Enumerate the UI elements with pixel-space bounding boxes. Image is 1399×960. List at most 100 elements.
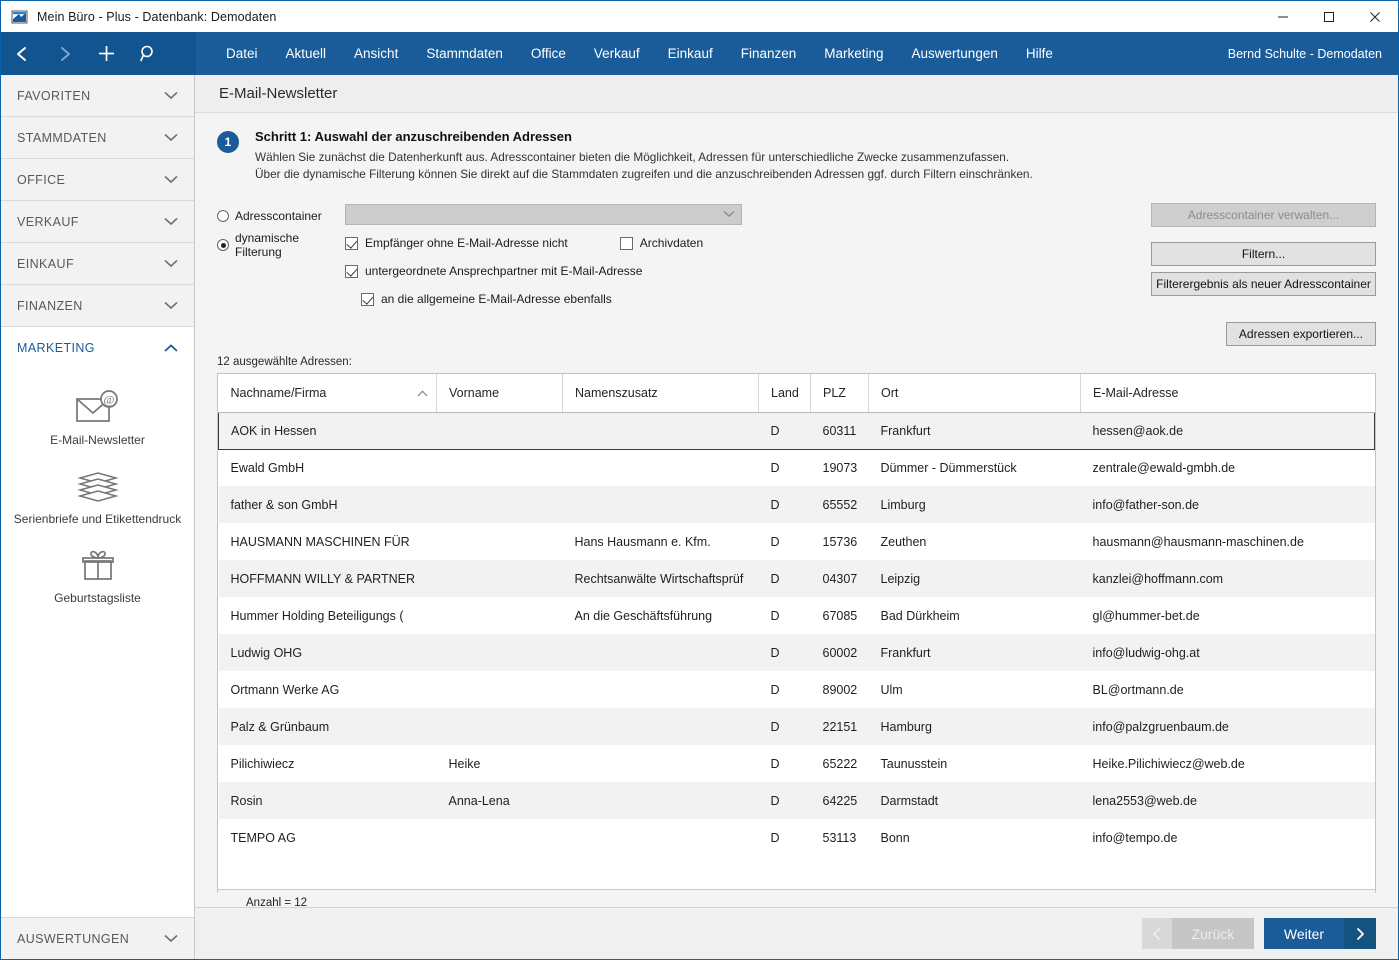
menu-item-stammdaten[interactable]: Stammdaten (412, 40, 517, 67)
chevron-down-icon (164, 301, 178, 310)
cell-email: info@father-son.de (1092, 497, 1200, 512)
menu-item-datei[interactable]: Datei (212, 40, 272, 67)
table-row[interactable]: Ewald GmbH D 19073 Dümmer - Dümmerstück … (219, 449, 1375, 486)
cell-ort: Frankfurt (880, 645, 931, 660)
checkbox-untergeordnete-ansprechpartner[interactable]: untergeordnete Ansprechpartner mit E-Mai… (345, 260, 1137, 282)
sidebar-group-label: FINANZEN (17, 298, 83, 313)
table-row[interactable]: Palz & Grünbaum D 22151 Hamburg info@pal… (218, 708, 1375, 746)
manage-container-button[interactable]: Adresscontainer verwalten... (1151, 203, 1376, 228)
menu-item-einkauf[interactable]: Einkauf (654, 40, 727, 67)
column-header-nachname-firma[interactable]: Nachname/Firma (218, 374, 437, 413)
cell-zusatz (563, 819, 759, 856)
checkbox-archivdaten[interactable]: Archivdaten (619, 232, 703, 254)
menu-item-auswertungen[interactable]: Auswertungen (898, 40, 1012, 67)
close-icon[interactable] (1352, 1, 1398, 32)
addresses-table: Nachname/Firma Vorname Namenszusatz Land… (218, 374, 1375, 890)
main-area: E-Mail-Newsletter 1 Schritt 1: Auswahl d… (195, 75, 1398, 959)
cell-ort: Leipzig (880, 571, 921, 586)
sort-ascending-icon (417, 386, 428, 400)
sidebar-group-finanzen[interactable]: FINANZEN (1, 285, 194, 327)
filter-result-as-container-button[interactable]: Filterergebnis als neuer Adresscontainer (1151, 272, 1376, 297)
cell-ort: Bad Dürkheim (880, 608, 960, 623)
table-row[interactable]: AOK in Hessen D 60311 Frankfurt hessen@a… (218, 411, 1375, 450)
sidebar-group-marketing[interactable]: MARKETING (1, 327, 194, 369)
menu-item-finanzen[interactable]: Finanzen (727, 40, 811, 67)
table-row[interactable]: Ortmann Werke AG D 89002 Ulm BL@ortmann.… (219, 671, 1375, 708)
sidebar-group-verkauf[interactable]: VERKAUF (1, 201, 194, 243)
export-addresses-button[interactable]: Adressen exportieren... (1225, 322, 1376, 347)
column-header-land[interactable]: Land (758, 374, 811, 413)
cell-email: BL@ortmann.de (1092, 682, 1184, 697)
column-header-plz[interactable]: PLZ (810, 374, 869, 413)
plus-icon[interactable] (85, 32, 127, 75)
sidebar-group-favoriten[interactable]: FAVORITEN (1, 75, 194, 117)
adresscontainer-dropdown[interactable] (345, 203, 742, 225)
table-row[interactable]: HAUSMANN MASCHINEN FÜR Hans Hausmann e. … (219, 523, 1375, 560)
cell-email: lena2553@web.de (1092, 793, 1197, 808)
page-header: E-Mail-Newsletter (195, 75, 1398, 113)
column-header-ort[interactable]: Ort (868, 374, 1081, 413)
table-row[interactable]: Ludwig OHG D 60002 Frankfurt info@ludwig… (218, 634, 1375, 672)
table-row[interactable]: father & son GmbH D 65552 Limburg info@f… (218, 486, 1375, 524)
wizard-footer: Zurück Weiter (195, 907, 1398, 959)
cell-plz: 64225 (822, 793, 858, 808)
radio-adresscontainer[interactable]: Adresscontainer (217, 205, 345, 227)
minimize-icon[interactable] (1260, 1, 1306, 32)
back-arrow-icon[interactable] (1, 32, 43, 75)
maximize-icon[interactable] (1306, 1, 1352, 32)
column-label: PLZ (823, 385, 846, 400)
menu-item-office[interactable]: Office (517, 40, 580, 67)
forward-arrow-icon[interactable] (43, 32, 85, 75)
filter-button[interactable]: Filtern... (1151, 242, 1376, 267)
cell-vorname (437, 708, 563, 745)
column-header-email-adresse[interactable]: E-Mail-Adresse (1080, 374, 1375, 413)
chevron-down-icon (164, 217, 178, 226)
menu-item-ansicht[interactable]: Ansicht (340, 40, 412, 67)
sidebar-group-stammdaten[interactable]: STAMMDATEN (1, 117, 194, 159)
menu-item-aktuell[interactable]: Aktuell (272, 40, 341, 67)
stacked-papers-icon (76, 466, 120, 508)
menu-item-verkauf[interactable]: Verkauf (580, 40, 654, 67)
cell-vorname (437, 560, 563, 597)
back-button[interactable]: Zurück (1142, 918, 1254, 949)
column-label: Namenszusatz (575, 385, 658, 400)
sidebar-item-email-newsletter[interactable]: @ E-Mail-Newsletter (1, 387, 194, 448)
chevron-down-icon (164, 175, 178, 184)
column-header-namenszusatz[interactable]: Namenszusatz (562, 374, 759, 413)
sidebar-group-auswertungen[interactable]: AUSWERTUNGEN (1, 917, 194, 959)
radio-dynamische-filterung[interactable]: dynamische Filterung (217, 231, 345, 260)
cell-email: info@tempo.de (1092, 830, 1178, 845)
next-button[interactable]: Weiter (1264, 918, 1376, 949)
menu-item-marketing[interactable]: Marketing (810, 40, 897, 67)
checkbox-empfaenger-ohne-email[interactable]: Empfänger ohne E-Mail-Adresse nicht (345, 232, 568, 254)
cell-land: D (770, 534, 780, 549)
cell-name: father & son GmbH (230, 497, 338, 512)
cell-email: hausmann@hausmann-maschinen.de (1092, 534, 1304, 549)
checkbox-row-1: Empfänger ohne E-Mail-Adresse nicht Arch… (345, 232, 1137, 260)
back-button-label: Zurück (1191, 925, 1235, 942)
sidebar-group-einkauf[interactable]: EINKAUF (1, 243, 194, 285)
cell-land: D (770, 645, 780, 660)
cell-zusatz (563, 634, 759, 671)
sidebar-item-geburtstagsliste[interactable]: Geburtstagsliste (1, 545, 194, 606)
cell-ort: Taunusstein (880, 756, 948, 771)
cell-zusatz (563, 449, 759, 486)
table-row[interactable]: Pilichiwiecz Heike D 65222 Taunusstein H… (219, 745, 1375, 782)
page-title: E-Mail-Newsletter (219, 85, 338, 102)
table-row[interactable]: Hummer Holding Beteiligungs ( An die Ges… (219, 597, 1375, 634)
sidebar-item-serienbriefe[interactable]: Serienbriefe und Etikettendruck (1, 466, 194, 527)
search-icon[interactable] (127, 32, 169, 75)
menu-item-hilfe[interactable]: Hilfe (1012, 40, 1067, 67)
sidebar-group-office[interactable]: OFFICE (1, 159, 194, 201)
sidebar-group-label: EINKAUF (17, 256, 74, 271)
column-header-vorname[interactable]: Vorname (436, 374, 563, 413)
cell-land: D (770, 756, 780, 771)
table-row[interactable]: TEMPO AG D 53113 Bonn info@tempo.de (219, 819, 1375, 856)
checkbox-allgemeine-email[interactable]: an die allgemeine E-Mail-Adresse ebenfal… (361, 288, 1137, 310)
table-row[interactable]: HOFFMANN WILLY & PARTNER Rechtsanwälte W… (218, 560, 1375, 598)
step-section: 1 Schritt 1: Auswahl der anzuschreibende… (217, 129, 1376, 183)
cell-vorname (437, 671, 563, 708)
cell-name: HOFFMANN WILLY & PARTNER (230, 571, 416, 586)
radio-label: dynamische Filterung (235, 231, 300, 260)
table-row[interactable]: Rosin Anna-Lena D 64225 Darmstadt lena25… (218, 782, 1375, 820)
